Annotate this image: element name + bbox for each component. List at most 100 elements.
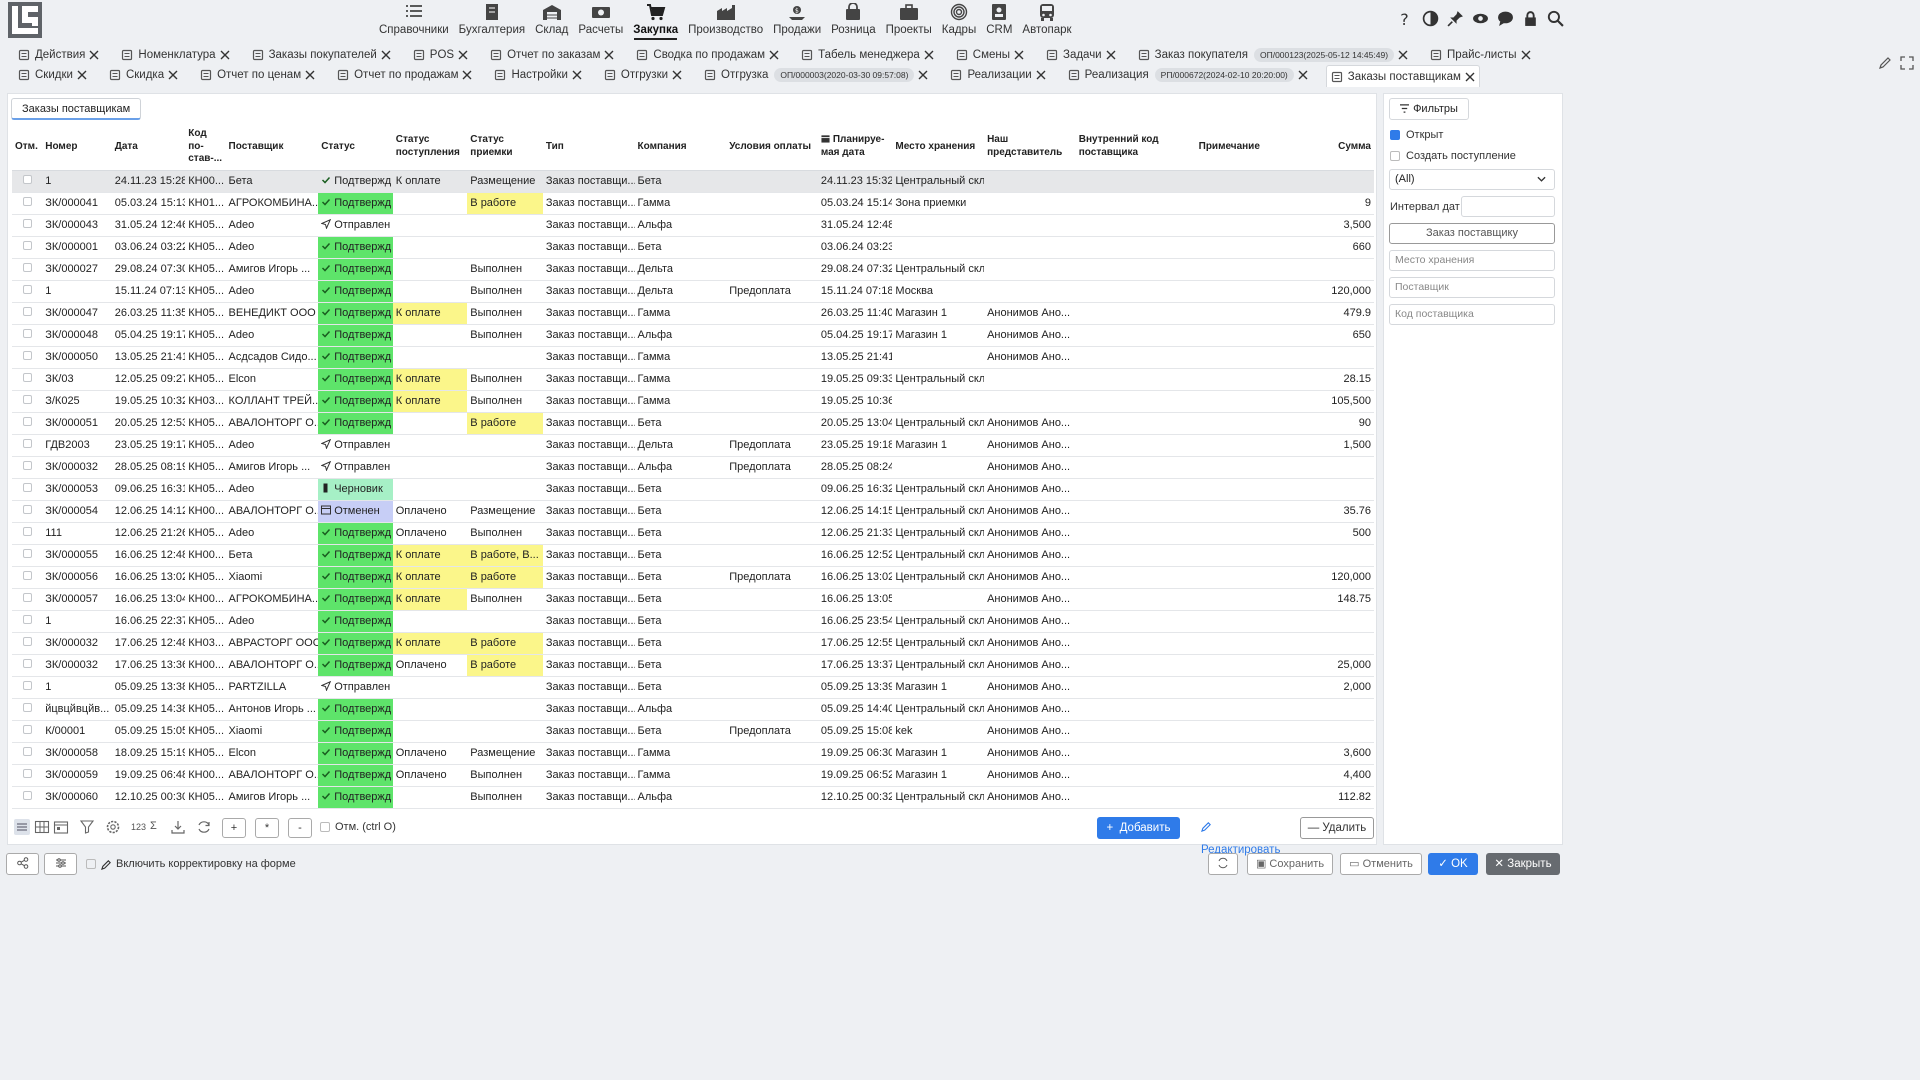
column-header-11[interactable]: Планируе-мая дата [817,124,893,171]
nav-item-1[interactable]: Бухгалтерия [454,2,530,40]
close-icon[interactable] [89,50,99,60]
pencil-icon[interactable] [1878,56,1892,70]
mark-checkbox[interactable] [320,822,330,832]
table-row[interactable]: ЗК/000054 12.06.25 14:12 КН00... АВАЛОНТОРГ… [12,500,1374,523]
close-icon[interactable] [604,50,614,60]
filter-open[interactable]: Открыт [1390,129,1443,141]
table-row[interactable]: ЗК/000058 18.09.25 15:19 КН05... Elcon Подтв… [12,742,1374,765]
row-checkbox[interactable] [23,483,32,492]
table-row[interactable]: ЗК/000027 29.08.24 07:30 КН05... Амигов Иго… [12,258,1374,281]
row-checkbox-cell[interactable] [12,390,43,413]
row-checkbox[interactable] [23,725,32,734]
tab-tabs_row2-0[interactable]: Скидки [14,65,91,85]
table-row[interactable]: ГДВ2003 23.05.25 19:17 КН05... Adeo Отправле… [12,434,1374,457]
tab-tabs_row1-6[interactable]: Табель менеджера [797,45,938,65]
close-icon[interactable] [1398,50,1408,60]
table-row[interactable]: ЗК/000057 16.06.25 13:04 КН00... АГРОКОМБИН… [12,588,1374,611]
table-row[interactable]: ЗК/000047 26.03.25 11:35 КН05... ВЕНЕДИКТ О… [12,302,1374,325]
row-checkbox[interactable] [23,747,32,756]
column-header-12[interactable]: Место хранения [892,124,985,171]
open-checkbox[interactable] [1390,130,1400,140]
tab-tabs_row1-0[interactable]: Действия [14,45,103,65]
row-checkbox-cell[interactable] [12,632,43,655]
row-checkbox[interactable] [23,461,32,470]
row-checkbox[interactable] [23,593,32,602]
search-icon[interactable] [1547,10,1564,27]
column-header-8[interactable]: Тип [542,124,635,171]
close-icon[interactable] [1036,70,1046,80]
tab-tabs_row1-1[interactable]: Номенклатура [117,45,233,65]
nav-item-3[interactable]: Расчеты [573,2,628,40]
nav-item-0[interactable]: Справочники [374,2,454,40]
close-icon[interactable] [1465,72,1475,82]
tab-filters[interactable]: Фильтры [1389,98,1469,120]
close-icon[interactable] [381,50,391,60]
row-checkbox[interactable] [23,549,32,558]
column-header-9[interactable]: Компания [634,124,727,171]
row-checkbox[interactable] [23,769,32,778]
table-row[interactable]: 1 15.11.24 07:13 КН05... Adeo Подтвержд Выпол… [12,280,1374,303]
row-count-label[interactable]: 123 [131,822,146,838]
tab-tabs_row2-7[interactable]: Реализации [946,65,1049,85]
row-checkbox-cell[interactable] [12,566,43,589]
row-checkbox-cell[interactable] [12,522,43,545]
column-header-15[interactable]: Примечание [1195,124,1317,171]
table-row[interactable]: З/К025 19.05.25 10:32 КН03... КОЛЛАНТ ТРЕЙ.… [12,390,1374,413]
table-row[interactable]: 111 12.06.25 21:26 КН05... Adeo Подтвержд Опл… [12,522,1374,545]
close-button[interactable]: ✕ Закрыть [1486,853,1560,875]
delete-button[interactable]: — Удалить [1300,817,1374,839]
close-icon[interactable] [305,70,315,80]
row-checkbox-cell[interactable] [12,258,43,281]
column-header-14[interactable]: Внутренний код поставщика [1075,124,1196,171]
column-header-0[interactable]: Отм. [12,124,43,171]
nav-item-4[interactable]: Закупка [628,2,683,40]
column-header-16[interactable]: Сумма [1316,124,1374,171]
mark-toggle[interactable]: Отм. (ctrl O) [320,821,396,833]
close-icon[interactable] [220,50,230,60]
row-checkbox[interactable] [23,571,32,580]
calendar-view-icon[interactable] [53,819,69,835]
tab-tabs_row1-8[interactable]: Задачи [1042,45,1120,65]
tab-tabs_row2-2[interactable]: Отчет по ценам [196,65,319,85]
table-row[interactable]: 1 16.06.25 22:37 КН05... Adeo Подтвержд Заказ… [12,610,1374,633]
row-checkbox[interactable] [23,439,32,448]
ok-button[interactable]: ✓ OK [1428,853,1478,875]
row-checkbox[interactable] [23,791,32,800]
nav-item-2[interactable]: Склад [530,2,573,40]
row-checkbox[interactable] [23,175,32,184]
filter-create-receipt[interactable]: Создать поступление [1390,150,1516,162]
row-checkbox-cell[interactable] [12,214,43,237]
column-header-1[interactable]: Номер [42,124,112,171]
tab-tabs_row2-4[interactable]: Настройки [490,65,585,85]
store-filter-input[interactable]: Место хранения [1389,250,1555,271]
row-checkbox-cell[interactable] [12,786,43,809]
row-checkbox-cell[interactable] [12,544,43,567]
row-checkbox[interactable] [23,285,32,294]
close-icon[interactable] [1106,50,1116,60]
row-checkbox-cell[interactable] [12,720,43,743]
column-header-13[interactable]: Наш представитель [984,124,1076,171]
form-correction-toggle[interactable]: Включить корректировку на форме [86,858,296,870]
row-checkbox-cell[interactable] [12,500,43,523]
column-header-3[interactable]: Код по-став-... [185,124,226,171]
column-header-7[interactable]: Статус приемки [467,124,543,171]
table-row[interactable]: ЗК/000059 19.09.25 06:48 КН00... АВАЛОНТОРГ… [12,764,1374,787]
row-checkbox-cell[interactable] [12,346,43,369]
row-checkbox-cell[interactable] [12,324,43,347]
lock-icon[interactable] [1522,10,1539,27]
list-view-icon[interactable] [14,819,30,835]
row-checkbox[interactable] [23,373,32,382]
table-row[interactable]: ЗК/000032 17.06.25 12:48 КН03... АВРАСТОРГ … [12,632,1374,655]
row-checkbox[interactable] [23,637,32,646]
tab-tabs_row2-5[interactable]: Отгрузки [600,65,686,85]
filter-icon[interactable] [79,819,95,835]
row-checkbox-cell[interactable] [12,588,43,611]
remove-row-button[interactable]: - [288,818,312,838]
row-checkbox[interactable] [23,197,32,206]
table-row[interactable]: ЗК/03 12.05.25 09:27 КН05... Elcon Подтвержд… [12,368,1374,391]
tab-tabs_row1-4[interactable]: Отчет по заказам [486,45,618,65]
mark-all-button[interactable]: * [255,818,279,838]
table-row[interactable]: ЗК/000053 09.06.25 16:31 КН05... Adeo Чернов… [12,478,1374,501]
nav-item-11[interactable]: Автопарк [1017,2,1076,40]
app-logo-icon[interactable] [8,2,42,38]
